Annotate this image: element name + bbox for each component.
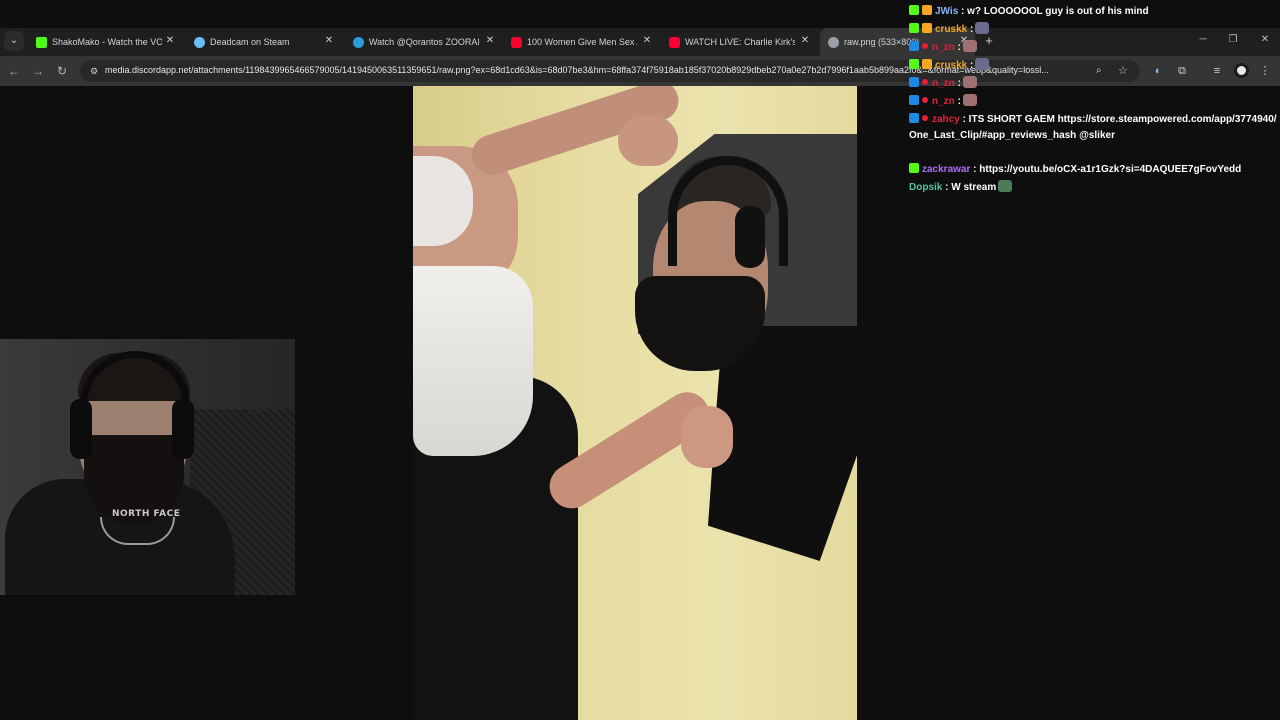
chat-text: : w? LOOOOOOL guy is out of his mind <box>961 6 1149 17</box>
badge-icon <box>922 23 932 33</box>
chat-message: JWis : w? LOOOOOOL guy is out of his min… <box>909 4 1149 20</box>
man-hand-upper <box>618 116 678 166</box>
emote-icon <box>962 40 977 52</box>
tab-title: Watch @Qorantos ZOORANTO <box>369 37 479 47</box>
badge-icon <box>922 59 932 69</box>
back-arrow-icon[interactable]: ← <box>6 63 22 79</box>
screen: ⌄ ShakoMako - Watch the VOD o ✕ Deadcam … <box>0 0 1280 720</box>
badge-icon <box>909 95 919 105</box>
chat-message: n_zn : <box>909 40 977 56</box>
chat-text: : <box>957 96 961 107</box>
chat-username: zackrawar <box>922 164 971 175</box>
forward-arrow-icon[interactable]: → <box>30 63 46 79</box>
chat-username: n_zn <box>932 96 955 107</box>
chat-message: cruskk : <box>909 58 990 74</box>
chat-message: zahcy : ITS SHORT GAEM https://store.ste… <box>909 112 1279 144</box>
badge-icon <box>909 41 919 51</box>
chat-message: n_zn : <box>909 76 977 92</box>
tab-close-icon[interactable]: ✕ <box>484 35 496 47</box>
chat-username: cruskk <box>935 24 968 35</box>
tab-title: Deadcam on Steam <box>210 37 290 47</box>
man-beard <box>413 266 533 456</box>
badge-icon <box>909 163 919 173</box>
shirt-logo-text: NORTH FACE <box>112 509 181 519</box>
chat-message: n_zn : <box>909 94 977 110</box>
tab-title: ShakoMako - Watch the VOD o <box>52 37 162 47</box>
tab-close-icon[interactable]: ✕ <box>164 35 176 47</box>
chat-message: Dopsik : W stream <box>909 180 1013 196</box>
chat-text: : ITS SHORT GAEM https://store.steampowe… <box>909 114 1277 141</box>
site-info-icon[interactable]: ⚙ <box>88 65 100 77</box>
chat-username: Dopsik <box>909 182 943 193</box>
tab-title: WATCH LIVE: Charlie Kirk's mer <box>685 37 795 47</box>
tab-close-icon[interactable]: ✕ <box>799 35 811 47</box>
youtube-icon <box>669 37 680 48</box>
chat-message: zackrawar : https://youtu.be/oCX-a1r1Gzk… <box>909 162 1241 178</box>
badge-icon <box>909 5 919 15</box>
badge-icon <box>922 5 932 15</box>
chat-text: : <box>970 60 974 71</box>
chat-text: : https://youtu.be/oCX-a1r1Gzk?si=4DAQUE… <box>973 164 1242 175</box>
app-icon <box>353 37 364 48</box>
kick-icon <box>36 37 47 48</box>
webcam-feed: NORTH FACE <box>0 339 295 595</box>
status-dot-icon <box>922 43 928 49</box>
chat-text: : <box>957 78 961 89</box>
steam-icon <box>194 37 205 48</box>
tab-search-chevron-icon[interactable]: ⌄ <box>4 31 24 51</box>
chat-username: zahcy <box>932 114 960 125</box>
badge-icon <box>909 23 919 33</box>
tab-2[interactable]: Watch @Qorantos ZOORANTO ✕ <box>345 28 500 56</box>
status-dot-icon <box>922 97 928 103</box>
badge-icon <box>909 113 919 123</box>
raw-png-image <box>413 86 857 720</box>
status-dot-icon <box>922 115 928 121</box>
chat-text: : W stream <box>945 182 997 193</box>
chat-username: n_zn <box>932 78 955 89</box>
badge-icon <box>909 77 919 87</box>
tab-0[interactable]: ShakoMako - Watch the VOD o ✕ <box>28 28 180 56</box>
globe-icon <box>828 37 839 48</box>
emote-icon <box>962 76 977 88</box>
chat-text: : <box>970 24 974 35</box>
emote-icon <box>975 58 990 70</box>
headphone-cup-right <box>172 399 194 459</box>
emote-icon <box>998 180 1013 192</box>
poster-headphone-cup <box>735 206 765 268</box>
headphone-cup-left <box>70 399 92 459</box>
emote-icon <box>975 22 990 34</box>
tab-3[interactable]: 100 Women Give Men Sex Adv ✕ <box>503 28 658 56</box>
chat-message: cruskk : <box>909 22 990 38</box>
tab-1[interactable]: Deadcam on Steam ✕ <box>186 28 341 56</box>
emote-icon <box>962 94 977 106</box>
status-dot-icon <box>922 79 928 85</box>
poster-headphones <box>668 156 788 266</box>
man-hand-lower <box>681 406 733 468</box>
chat-username: cruskk <box>935 60 968 71</box>
tab-close-icon[interactable]: ✕ <box>641 35 653 47</box>
chat-username: JWis <box>935 6 959 17</box>
reload-icon[interactable]: ↻ <box>54 63 70 79</box>
tab-close-icon[interactable]: ✕ <box>323 35 335 47</box>
tab-4[interactable]: WATCH LIVE: Charlie Kirk's mer ✕ <box>661 28 816 56</box>
chat-overlay: JWis : w? LOOOOOOL guy is out of his min… <box>905 0 1280 200</box>
badge-icon <box>909 59 919 69</box>
tab-title: 100 Women Give Men Sex Adv <box>527 37 637 47</box>
chat-text: : <box>957 42 961 53</box>
youtube-icon <box>511 37 522 48</box>
chat-username: n_zn <box>932 42 955 53</box>
